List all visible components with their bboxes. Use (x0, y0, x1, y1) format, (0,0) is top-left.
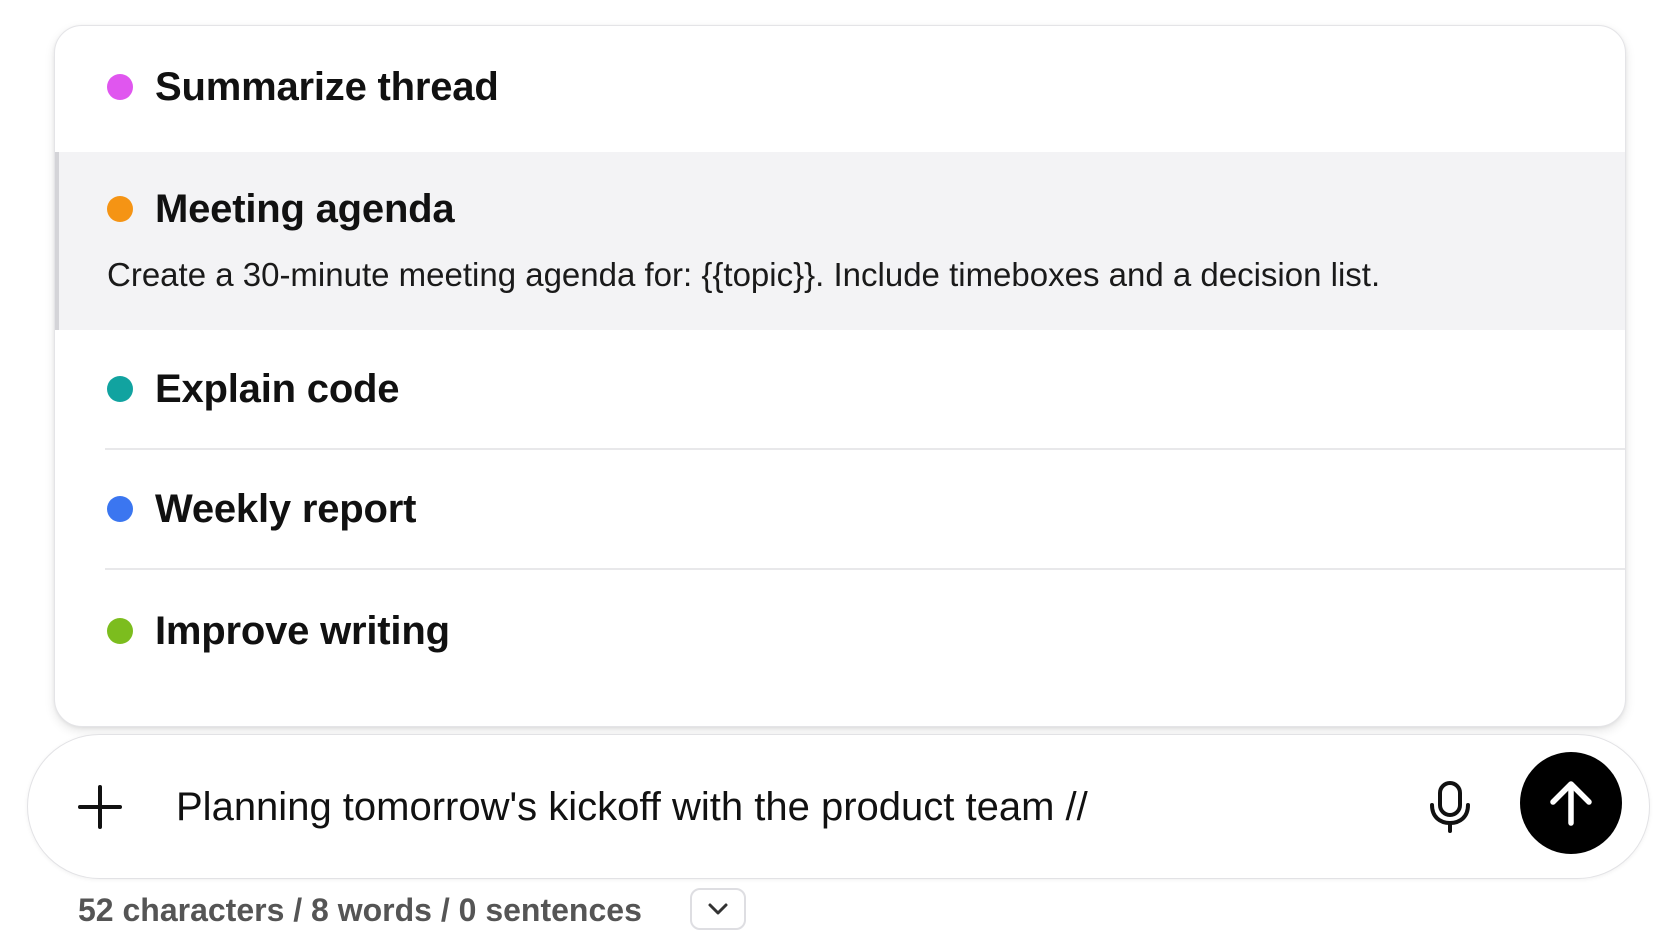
snippet-item-summarize-thread[interactable]: Summarize thread (55, 26, 1625, 152)
snippet-color-dot (107, 74, 133, 100)
snippet-description: Create a 30-minute meeting agenda for: {… (107, 256, 1381, 293)
snippet-color-dot (107, 376, 133, 402)
snippet-title: Summarize thread (155, 65, 499, 109)
snippet-title: Explain code (155, 367, 400, 411)
chevron-down-icon (708, 903, 728, 915)
snippet-item-explain-code[interactable]: Explain code (55, 330, 1625, 448)
snippet-color-dot (107, 618, 133, 644)
stats-toggle-button[interactable] (690, 888, 746, 930)
send-button[interactable] (1520, 752, 1622, 854)
snippet-title: Meeting agenda (155, 187, 455, 231)
snippet-color-dot (107, 496, 133, 522)
arrow-up-icon (1550, 781, 1592, 826)
add-attachment-button[interactable] (70, 777, 130, 837)
snippet-item-improve-writing[interactable]: Improve writing (55, 570, 1625, 726)
microphone-icon (1430, 781, 1470, 833)
snippet-title: Improve writing (155, 609, 450, 653)
composer-stage: Summarize thread Meeting agenda Create a… (0, 0, 1670, 942)
snippet-item-weekly-report[interactable]: Weekly report (55, 450, 1625, 568)
plus-icon (78, 785, 122, 829)
snippet-color-dot (107, 196, 133, 222)
snippet-menu: Summarize thread Meeting agenda Create a… (54, 25, 1626, 727)
snippet-item-meeting-agenda[interactable]: Meeting agenda Create a 30-minute meetin… (55, 152, 1625, 330)
message-composer (27, 734, 1650, 879)
snippet-title: Weekly report (155, 487, 417, 531)
text-stats: 52 characters / 8 words / 0 sentences (78, 892, 642, 928)
message-input[interactable] (176, 771, 1376, 843)
voice-input-button[interactable] (1418, 775, 1482, 839)
